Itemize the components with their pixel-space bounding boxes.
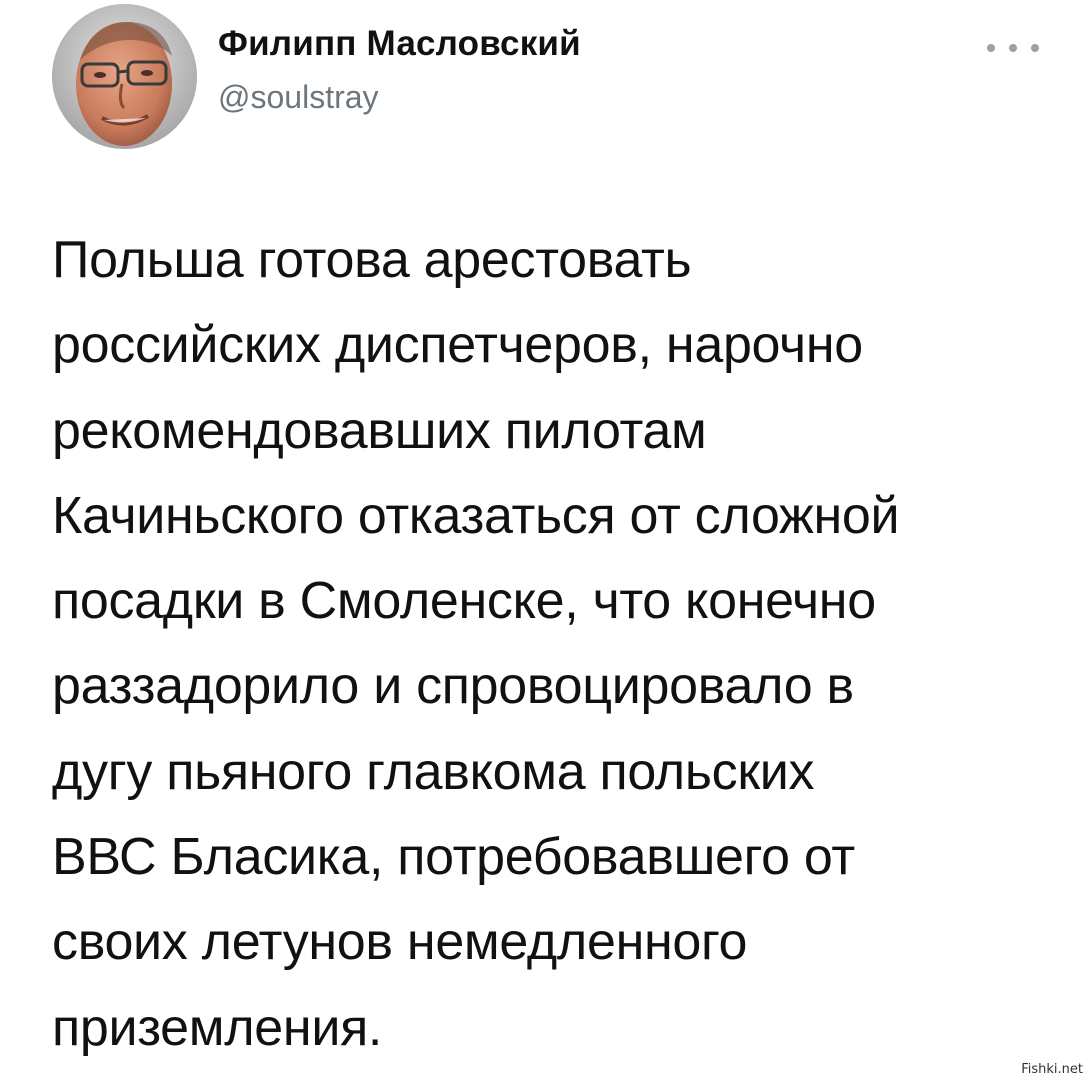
tweet-body: Польша готова арестовать российских дисп…	[52, 218, 1062, 1071]
tweet-text-line: приземления.	[52, 998, 383, 1057]
avatar[interactable]	[52, 4, 197, 149]
tweet-text-line: своих летунов немедленного	[52, 913, 748, 972]
more-dot	[1009, 44, 1017, 52]
tweet-text-line: Польша готова арестовать	[52, 231, 692, 289]
tweet-card: Филипп Масловский @soulstray Польша гото…	[0, 0, 1089, 1080]
tweet-text-line: рекомендовавших пилотам	[52, 401, 707, 460]
tweet-text-line: ВВС Бласика, потребовавшего от	[52, 828, 855, 887]
avatar-photo	[52, 4, 197, 149]
more-dot	[1031, 44, 1039, 52]
tweet-text-line: дугу пьяного главкома польских	[52, 742, 815, 801]
more-dot	[987, 44, 995, 52]
author-name[interactable]: Филипп Масловский	[218, 24, 581, 64]
author-handle[interactable]: @soulstray	[218, 79, 379, 116]
more-options-icon[interactable]	[987, 32, 1039, 64]
tweet-text-line: посадки в Смоленске, что конечно	[52, 572, 876, 631]
tweet-text-line: раззадорило и спровоцировало в	[52, 657, 854, 716]
watermark: Fishki.net	[1019, 1062, 1085, 1077]
tweet-text-line: Качиньского отказаться от сложной	[52, 486, 900, 545]
tweet-text-line: российских диспетчеров, нарочно	[52, 316, 863, 375]
